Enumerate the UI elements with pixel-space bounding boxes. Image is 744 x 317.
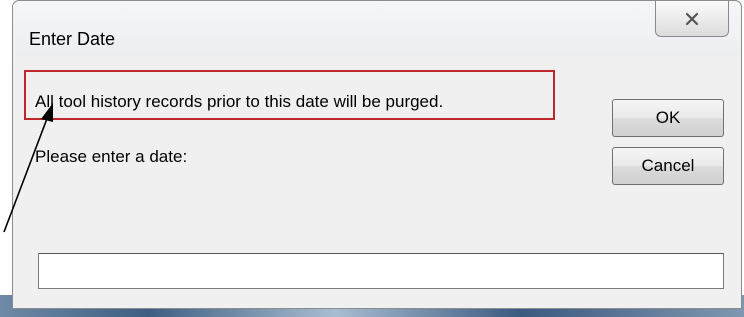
date-input[interactable] [38,253,724,289]
date-prompt-label: Please enter a date: [35,147,188,166]
cancel-button[interactable]: Cancel [612,147,724,185]
screenshot-stage: Enter Date All tool history records prio… [0,0,744,317]
ok-button[interactable]: OK [612,99,724,137]
enter-date-dialog: Enter Date All tool history records prio… [12,0,742,309]
dialog-body: All tool history records prior to this d… [13,57,741,308]
close-icon [685,12,699,25]
title-bar: Enter Date [13,1,741,57]
purge-warning-message: All tool history records prior to this d… [35,92,444,111]
window-title: Enter Date [29,29,116,49]
close-button[interactable] [655,1,729,37]
